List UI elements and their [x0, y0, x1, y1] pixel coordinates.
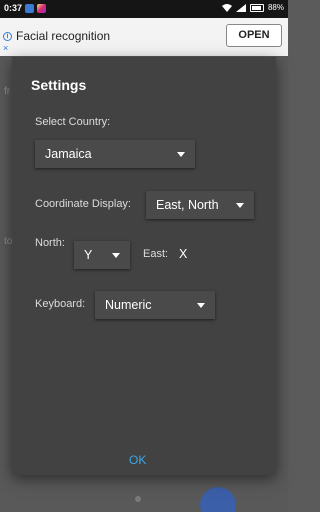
ok-button[interactable]: OK: [129, 453, 146, 467]
east-value: X: [179, 247, 188, 261]
app-notification-icon: [25, 3, 35, 13]
dropdown-arrow-icon: [236, 203, 244, 208]
status-bar-right: 88%: [221, 3, 284, 12]
ad-close-icon[interactable]: ×: [3, 43, 8, 53]
dropdown-arrow-icon: [112, 253, 120, 258]
ad-text: Facial recognition: [16, 29, 111, 43]
dropdown-arrow-icon: [197, 303, 205, 308]
east-label: East:: [143, 248, 169, 260]
ad-banner[interactable]: i × Facial recognition OPEN: [0, 18, 288, 56]
country-dropdown-value: Jamaica: [45, 147, 92, 161]
keyboard-label: Keyboard:: [35, 298, 86, 310]
country-dropdown[interactable]: Jamaica: [35, 140, 195, 168]
dialog-title: Settings: [31, 77, 87, 93]
status-bar-left: 0:37: [4, 3, 47, 13]
status-time: 0:37: [4, 3, 23, 13]
north-label: North:: [35, 237, 65, 249]
north-dropdown[interactable]: Y: [74, 241, 130, 269]
keyboard-dropdown[interactable]: Numeric: [95, 291, 215, 319]
coordinate-display-label: Coordinate Display:: [35, 198, 131, 210]
battery-icon: [249, 3, 264, 12]
keyboard-dropdown-value: Numeric: [105, 298, 152, 312]
dropdown-arrow-icon: [177, 152, 185, 157]
ad-open-button[interactable]: OPEN: [226, 24, 282, 47]
select-country-label: Select Country:: [35, 116, 111, 128]
instagram-notification-icon: [37, 3, 47, 13]
coordinate-display-value: East, North: [156, 198, 219, 212]
settings-dialog: Settings Select Country: Jamaica Coordin…: [12, 57, 276, 475]
battery-percent: 88%: [267, 3, 284, 12]
wifi-icon: [221, 3, 232, 12]
north-dropdown-value: Y: [84, 248, 93, 262]
ad-info-icon[interactable]: i: [3, 32, 12, 41]
status-bar: 0:37 88%: [0, 0, 288, 18]
background-text: fr: [4, 86, 11, 97]
background-dot: [135, 496, 141, 502]
signal-icon: [235, 3, 246, 12]
coordinate-display-dropdown[interactable]: East, North: [146, 191, 254, 219]
